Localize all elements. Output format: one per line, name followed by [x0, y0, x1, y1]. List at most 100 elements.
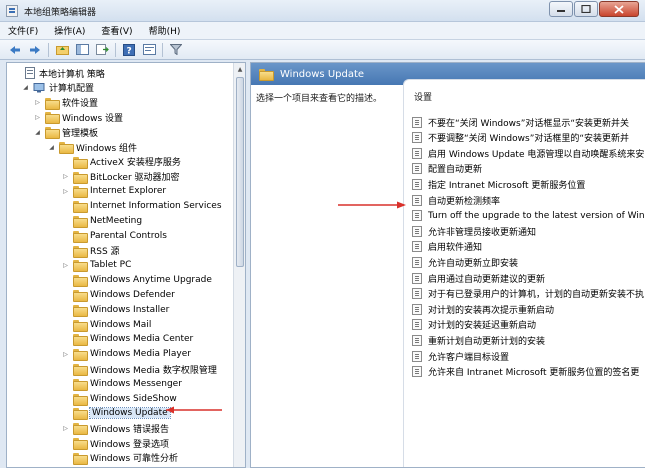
setting-item[interactable]: 配置自动更新: [412, 162, 482, 176]
setting-item[interactable]: Turn off the upgrade to the latest versi…: [412, 209, 645, 223]
tree-item[interactable]: Windows Messenger: [61, 377, 182, 391]
window-title: 本地组策略编辑器: [24, 8, 97, 18]
filter-icon[interactable]: [169, 43, 183, 57]
tree-item[interactable]: RSS 源: [61, 244, 120, 258]
tree-item[interactable]: 本地计算机 策略: [13, 66, 105, 80]
tree-item[interactable]: Parental Controls: [61, 229, 167, 243]
tree-item[interactable]: Windows Media 数字权限管理: [61, 362, 217, 376]
tree-item-label: Windows 组件: [76, 143, 138, 154]
tree-item[interactable]: Windows SideShow: [61, 392, 177, 406]
setting-item[interactable]: 对计划的安装延迟重新启动: [412, 318, 536, 332]
collapsed-arrow-icon[interactable]: ▷: [61, 187, 70, 196]
tree-item[interactable]: ActiveX 安装程序服务: [61, 155, 181, 169]
tree-item-label: Windows Anytime Upgrade: [90, 275, 212, 286]
tree-item[interactable]: ▷ Tablet PC: [61, 258, 131, 273]
properties-icon[interactable]: [142, 43, 156, 57]
minimize-button[interactable]: [549, 1, 573, 17]
tree-item[interactable]: ▷ 软件设置: [33, 96, 98, 110]
tree-item-label: Windows Media Player: [90, 349, 191, 360]
setting-item[interactable]: 对于有已登录用户的计算机，计划的自动更新安装不执: [412, 287, 644, 301]
setting-item[interactable]: 指定 Intranet Microsoft 更新服务位置: [412, 177, 585, 191]
folder-icon: [73, 393, 88, 406]
setting-item[interactable]: 重新计划自动更新计划的安装: [412, 333, 545, 347]
export-list-icon[interactable]: [95, 43, 109, 57]
setting-item[interactable]: 启用软件通知: [412, 240, 482, 254]
tree-item-label: Windows Update: [89, 407, 171, 420]
setting-item-label: 不要在“关闭 Windows”对话框显示“安装更新并关: [428, 118, 630, 129]
collapsed-arrow-icon[interactable]: ▷: [33, 98, 42, 107]
tree-item[interactable]: Internet Information Services: [61, 199, 222, 214]
back-icon[interactable]: [8, 43, 22, 57]
folder-icon: [73, 245, 88, 258]
menu-action[interactable]: 操作(A): [54, 24, 85, 37]
maximize-button[interactable]: [574, 1, 598, 17]
tree-item[interactable]: ▷ Windows Media Player: [61, 347, 191, 362]
menu-view[interactable]: 查看(V): [101, 24, 132, 37]
close-button[interactable]: [599, 1, 639, 17]
setting-item-label: Turn off the upgrade to the latest versi…: [428, 210, 645, 221]
tree-item[interactable]: Windows Media Center: [61, 332, 193, 347]
collapsed-arrow-icon[interactable]: ▷: [33, 113, 42, 122]
collapsed-arrow-icon[interactable]: ▷: [61, 172, 70, 181]
menu-help[interactable]: 帮助(H): [149, 24, 181, 37]
expanded-arrow-icon[interactable]: ◢: [33, 128, 42, 137]
folder-icon: [73, 438, 88, 450]
tree-item[interactable]: Windows 登录选项: [61, 436, 169, 450]
tree-item[interactable]: NetMeeting: [61, 214, 142, 228]
expanded-arrow-icon[interactable]: ◢: [47, 143, 56, 152]
tree-item[interactable]: Windows Update: [61, 406, 171, 421]
tree-item[interactable]: Windows Installer: [61, 303, 169, 317]
collapsed-arrow-icon[interactable]: ▷: [61, 350, 70, 359]
tree-item[interactable]: ▷ Internet Explorer: [61, 184, 166, 199]
setting-item[interactable]: 允许来自 Intranet Microsoft 更新服务位置的签名更: [412, 365, 639, 379]
tree-item[interactable]: ▷ BitLocker 驱动器加密: [61, 170, 180, 184]
folder-icon: [73, 230, 88, 243]
collapsed-arrow-icon[interactable]: ▷: [61, 261, 70, 270]
help-icon[interactable]: ?: [122, 43, 136, 57]
collapsed-arrow-icon[interactable]: ▷: [61, 424, 70, 433]
folder-icon: [73, 304, 88, 317]
menu-file[interactable]: 文件(F): [8, 24, 38, 37]
scroll-thumb[interactable]: [236, 77, 244, 267]
show-hide-tree-icon[interactable]: [75, 43, 89, 57]
close-icon: [614, 4, 624, 14]
tree-item[interactable]: Windows Anytime Upgrade: [61, 273, 212, 288]
folder-icon: [73, 423, 88, 436]
toolbar: ?: [0, 40, 645, 60]
setting-item[interactable]: 对计划的安装再次提示重新启动: [412, 302, 554, 316]
tree-item-label: Parental Controls: [90, 230, 167, 241]
tree-item[interactable]: Windows Mail: [61, 318, 151, 332]
setting-item[interactable]: 启用 Windows Update 电源管理以自动唤醒系统来安: [412, 146, 644, 160]
setting-item-label: 自动更新检测频率: [428, 196, 501, 207]
tree-item[interactable]: ◢ 计算机配置: [21, 81, 94, 95]
tree-item-label: Windows 登录选项: [90, 439, 170, 450]
tree-item[interactable]: ▷ Windows 错误报告: [61, 421, 169, 436]
forward-icon[interactable]: [28, 43, 42, 57]
setting-item-label: 允许自动更新立即安装: [428, 258, 519, 269]
folder-icon: [73, 349, 88, 362]
settings-column-header[interactable]: 设置: [414, 90, 432, 103]
setting-item[interactable]: 自动更新检测频率: [412, 193, 500, 207]
folder-icon: [45, 97, 60, 110]
setting-item-label: 允许非管理员接收更新通知: [428, 227, 537, 238]
tree-item[interactable]: ◢ 管理模板: [33, 125, 98, 140]
tree-item-label: 本地计算机 策略: [39, 69, 105, 80]
setting-item[interactable]: 允许非管理员接收更新通知: [412, 224, 536, 238]
up-folder-icon[interactable]: [55, 43, 69, 57]
setting-item[interactable]: 不要在“关闭 Windows”对话框显示“安装更新并关: [412, 115, 629, 129]
tree-scrollbar[interactable]: ▲: [233, 63, 245, 467]
tree-item[interactable]: ◢ Windows 组件: [47, 140, 137, 154]
setting-item[interactable]: 启用通过自动更新建议的更新: [412, 271, 545, 285]
tree-item[interactable]: ▷ Windows 设置: [33, 110, 123, 125]
tree-item[interactable]: Windows 可靠性分析: [61, 451, 178, 465]
setting-item-label: 配置自动更新: [428, 165, 483, 176]
maximize-icon: [581, 5, 591, 13]
tree-item[interactable]: Windows Defender: [61, 288, 175, 302]
setting-item[interactable]: 不要调整“关闭 Windows”对话框里的“安装更新并: [412, 131, 629, 145]
setting-item[interactable]: 允许客户端目标设置: [412, 349, 509, 363]
expanded-arrow-icon[interactable]: ◢: [21, 83, 30, 92]
setting-item[interactable]: 允许自动更新立即安装: [412, 255, 518, 269]
scroll-up-icon[interactable]: ▲: [234, 63, 245, 75]
